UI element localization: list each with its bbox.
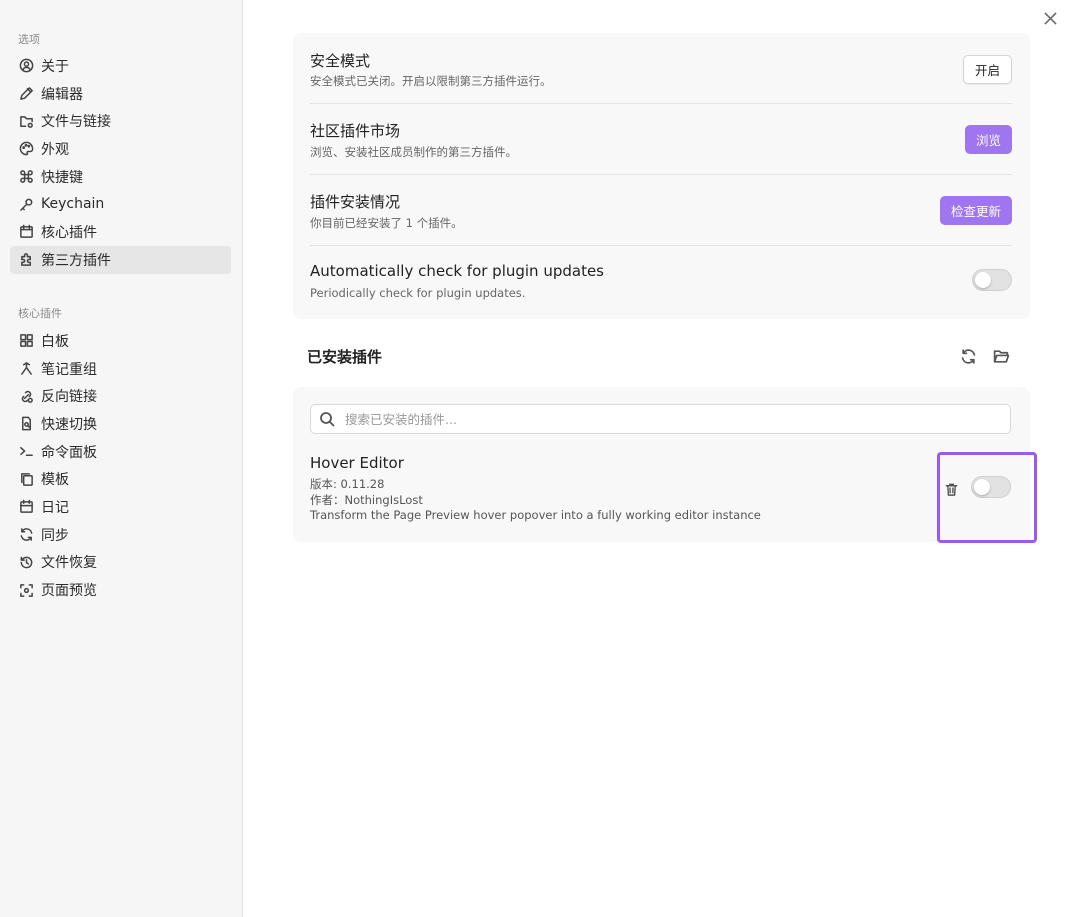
toggle-knob xyxy=(974,479,990,495)
sidebar-item-file-recovery[interactable]: 文件恢复 xyxy=(10,549,231,577)
sidebar-item-quick-switcher[interactable]: 快速切换 xyxy=(10,410,231,438)
sidebar-item-label: 同步 xyxy=(41,527,69,544)
toggle-knob xyxy=(975,272,991,288)
close-icon xyxy=(1043,11,1057,25)
auto-check-toggle[interactable] xyxy=(972,269,1012,291)
sidebar-item-hotkeys[interactable]: 快捷键 xyxy=(10,163,231,191)
sidebar-item-files-links[interactable]: 文件与链接 xyxy=(10,107,231,135)
reload-plugins-button[interactable] xyxy=(958,346,978,366)
setting-name: Automatically check for plugin updates xyxy=(310,262,605,280)
plugin-search-box xyxy=(310,404,1011,434)
sidebar-item-page-preview[interactable]: 页面预览 xyxy=(10,576,231,604)
setting-row-community-plugins: 社区插件市场 浏览、安装社区成员制作的第三方插件。 浏览 xyxy=(310,104,1012,175)
sidebar-item-label: 关于 xyxy=(41,58,69,75)
plugin-enable-toggle[interactable] xyxy=(971,476,1011,498)
sidebar-item-label: 命令面板 xyxy=(41,444,97,461)
merge-icon xyxy=(18,361,34,377)
plugin-description: Transform the Page Preview hover popover… xyxy=(310,508,761,522)
sidebar-item-daily-notes[interactable]: 日记 xyxy=(10,493,231,521)
sidebar-item-canvas[interactable]: 白板 xyxy=(10,327,231,355)
sidebar-item-label: 快捷键 xyxy=(41,169,83,186)
setting-row-auto-check: Automatically check for plugin updates P… xyxy=(310,246,1012,319)
history-icon xyxy=(18,554,34,570)
sidebar-item-editor[interactable]: 编辑器 xyxy=(10,80,231,108)
key-icon xyxy=(18,196,34,212)
open-plugins-folder-button[interactable] xyxy=(991,346,1011,366)
sidebar-section-options: 选项 xyxy=(18,33,40,46)
close-button[interactable] xyxy=(1040,8,1060,28)
setting-description: 浏览、安装社区成员制作的第三方插件。 xyxy=(310,145,517,159)
terminal-icon xyxy=(18,444,34,460)
setting-description: Periodically check for plugin updates. xyxy=(310,286,526,300)
sidebar-item-label: 页面预览 xyxy=(41,583,97,600)
sidebar-item-label: 快速切换 xyxy=(41,416,97,433)
sidebar-item-command-palette[interactable]: 命令面板 xyxy=(10,438,231,466)
search-input[interactable] xyxy=(345,411,1010,427)
installed-plugins-heading: 已安装插件 xyxy=(307,348,383,366)
sidebar-item-label: 文件与链接 xyxy=(41,114,111,131)
files-icon xyxy=(18,471,34,487)
sidebar-item-label: 笔记重组 xyxy=(41,361,97,378)
user-circle-icon xyxy=(18,58,34,74)
sidebar-item-label: 模板 xyxy=(41,472,69,489)
browse-button[interactable]: 浏览 xyxy=(964,125,1012,154)
installed-plugins-card: Hover Editor 版本: 0.11.28 作者：NothingIsLos… xyxy=(293,387,1030,542)
calendar-icon xyxy=(18,499,34,515)
command-icon xyxy=(18,169,34,185)
sidebar-item-templates[interactable]: 模板 xyxy=(10,465,231,493)
sidebar-item-label: 编辑器 xyxy=(41,86,83,103)
palette-icon xyxy=(18,141,34,157)
turn-on-safe-mode-button[interactable]: 开启 xyxy=(962,55,1012,84)
grid-icon xyxy=(18,333,34,349)
setting-description: 你目前已经安装了 1 个插件。 xyxy=(310,216,463,230)
sidebar-item-backlinks[interactable]: 反向链接 xyxy=(10,382,231,410)
sidebar-item-sync[interactable]: 同步 xyxy=(10,521,231,549)
sidebar-item-keychain[interactable]: Keychain xyxy=(10,190,231,218)
sidebar-item-label: 第三方插件 xyxy=(41,252,111,269)
setting-description: 安全模式已关闭。开启以限制第三方插件运行。 xyxy=(310,74,552,88)
refresh-icon xyxy=(961,348,975,364)
setting-name: 插件安装情况 xyxy=(310,193,401,211)
sidebar-item-label: 外观 xyxy=(41,141,69,158)
sidebar-core-list: 白板 笔记重组 反向链接 快速切换 命令面板 模板 日记 同步 文件恢复 页面预… xyxy=(10,327,231,604)
folder-open-icon xyxy=(993,349,1009,363)
sidebar-item-note-composer[interactable]: 笔记重组 xyxy=(10,355,231,383)
sidebar-item-label: 核心插件 xyxy=(41,224,97,241)
plugin-settings-card: 安全模式 安全模式已关闭。开启以限制第三方插件运行。 开启 社区插件市场 浏览、… xyxy=(293,33,1030,319)
sidebar-item-about[interactable]: 关于 xyxy=(10,52,231,80)
folder-cog-icon xyxy=(18,113,34,129)
link-search-icon xyxy=(18,388,34,404)
check-updates-button[interactable]: 检查更新 xyxy=(939,196,1012,225)
sidebar-section-core: 核心插件 xyxy=(18,307,62,320)
plugin-version: 版本: 0.11.28 xyxy=(310,477,385,491)
uninstall-plugin-button[interactable] xyxy=(941,479,961,499)
plugin-author: 作者：NothingIsLost xyxy=(310,493,423,507)
puzzle-icon xyxy=(18,252,34,268)
setting-name: 社区插件市场 xyxy=(310,122,401,140)
plugin-name: Hover Editor xyxy=(310,454,404,472)
sidebar-item-community-plugins[interactable]: 第三方插件 xyxy=(10,245,231,274)
sidebar-item-label: 白板 xyxy=(41,333,69,350)
sidebar-item-core-plugins[interactable]: 核心插件 xyxy=(10,218,231,246)
sync-icon xyxy=(18,527,34,543)
setting-name: 安全模式 xyxy=(310,52,371,70)
trash-icon xyxy=(945,483,957,496)
search-icon xyxy=(320,412,335,427)
calendar-box-icon xyxy=(18,224,34,240)
scan-eye-icon xyxy=(18,582,34,598)
file-search-icon xyxy=(18,416,34,432)
setting-row-install-status: 插件安装情况 你目前已经安装了 1 个插件。 检查更新 xyxy=(310,175,1012,246)
pencil-icon xyxy=(18,86,34,102)
sidebar-item-label: Keychain xyxy=(41,196,105,213)
sidebar-item-label: 反向链接 xyxy=(41,389,97,406)
sidebar-item-label: 文件恢复 xyxy=(41,555,97,572)
sidebar-options-list: 关于 编辑器 文件与链接 外观 快捷键 Keychain 核心插件 第三方插件 xyxy=(10,52,231,274)
sidebar-item-label: 日记 xyxy=(41,499,69,516)
setting-row-safe-mode: 安全模式 安全模式已关闭。开启以限制第三方插件运行。 开启 xyxy=(310,33,1012,104)
sidebar-item-appearance[interactable]: 外观 xyxy=(10,135,231,163)
settings-sidebar: 选项 关于 编辑器 文件与链接 外观 快捷键 Keychain 核心插件 第三方… xyxy=(0,0,243,917)
